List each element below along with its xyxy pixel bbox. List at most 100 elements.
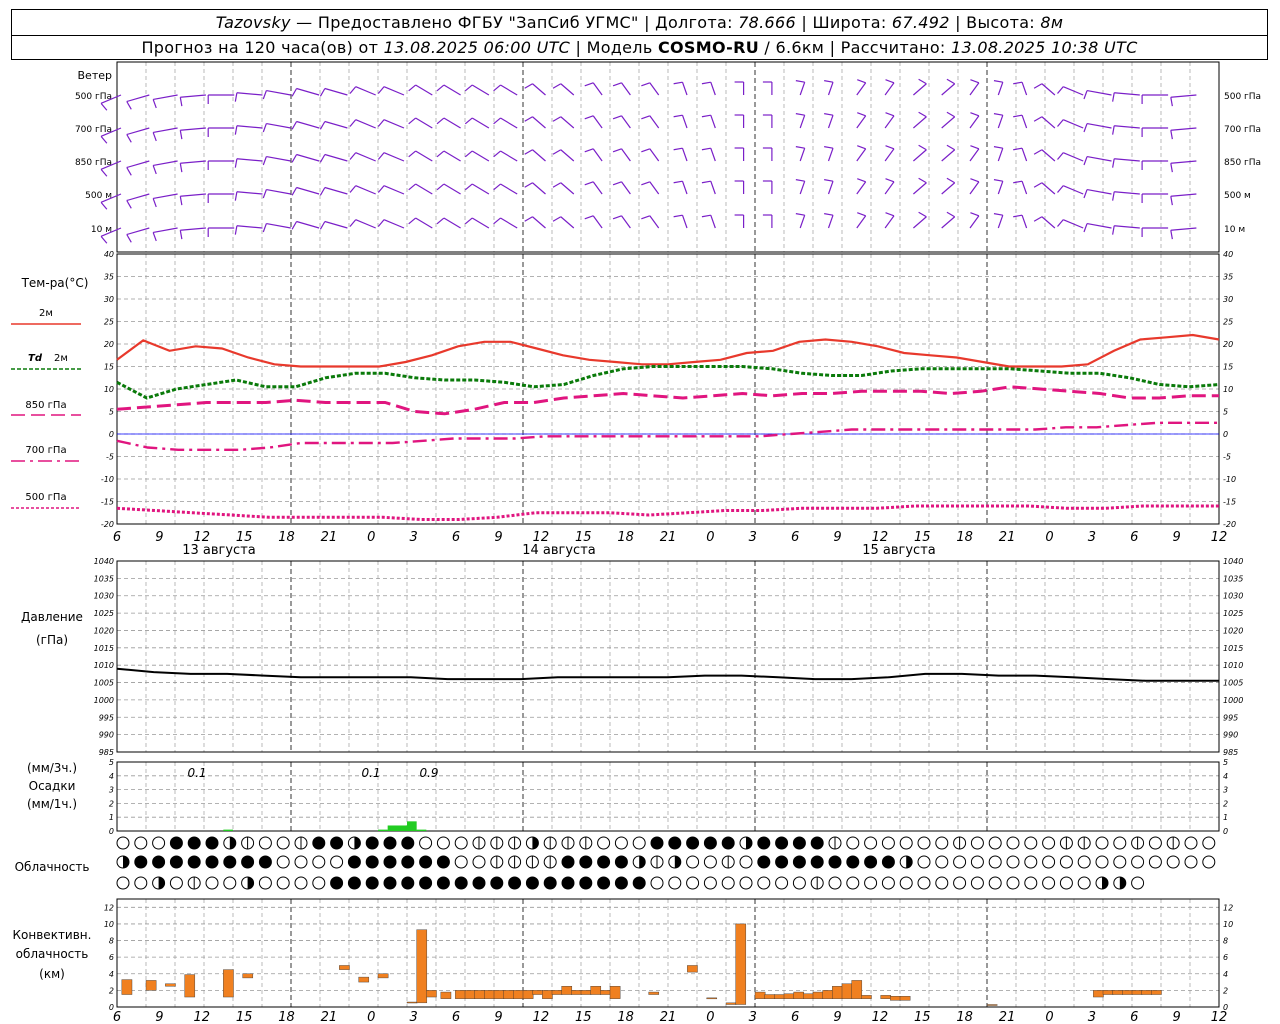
wind-barb-feather <box>291 154 298 163</box>
cloud-symbol <box>1113 855 1127 869</box>
temp-ytick-right: 0 <box>1223 430 1228 439</box>
wind-barb-feather <box>552 116 562 122</box>
wind-barb-feather <box>234 158 238 168</box>
wind-barb-shaft <box>1114 191 1140 195</box>
cloud-symbol <box>792 855 806 869</box>
conv-bar <box>648 991 660 995</box>
wind-barb-feather <box>291 187 298 196</box>
wind-barb-feather <box>1170 163 1173 173</box>
wind-barb-feather <box>1033 116 1043 122</box>
wind-barb-feather <box>641 115 651 120</box>
wind-barb-feather <box>795 179 805 182</box>
wind-barb-feather <box>234 92 238 102</box>
wind-barb-shaft <box>1041 116 1056 129</box>
wind-barb-shaft <box>649 82 660 96</box>
wind-barb-shaft <box>1063 86 1084 96</box>
legend-t700-label: 700 гПа <box>25 445 66 456</box>
meteogram: -20 -20-15 -15-10 -10-5 -50 05 510 1015 1520 2025… <box>11 61 1261 1024</box>
wind-barb-feather <box>493 150 501 158</box>
wind-barb-feather <box>493 183 501 191</box>
cloud-symbol <box>650 876 664 890</box>
wind-barb-shaft <box>592 148 603 162</box>
temp-xtick: 0 <box>367 530 375 545</box>
cloud-symbol <box>864 855 878 869</box>
wind-barb-shaft <box>1170 227 1197 231</box>
conv-xtick: 15 <box>575 1010 592 1024</box>
cloud-symbol <box>1148 836 1162 850</box>
conv-bar <box>121 979 133 995</box>
wind-barb-shaft <box>126 160 150 169</box>
wind-barb-shaft <box>296 120 320 129</box>
wind-barb-shaft <box>621 215 631 229</box>
wind-barb-shaft <box>560 83 575 96</box>
wind-barb-feather <box>993 146 1003 149</box>
conv-xtick: 3 <box>749 1010 757 1024</box>
cloud-symbol <box>721 876 735 890</box>
temp-ytick-left: 20 <box>104 340 114 349</box>
conv-bar <box>899 996 911 1001</box>
precip-bar <box>387 825 407 831</box>
cloud-symbol <box>561 855 575 869</box>
wind-barb-shaft <box>710 180 716 195</box>
conv-bar <box>184 974 196 998</box>
wind-barb-shaft <box>1086 89 1112 96</box>
temp-ytick-left: 15 <box>104 363 114 372</box>
cloud-symbol <box>508 876 522 890</box>
wind-barb-shaft <box>1170 94 1197 98</box>
wind-barb-shaft <box>560 182 575 195</box>
cloud-symbol-half <box>906 856 913 868</box>
wind-barb-feather <box>524 116 533 122</box>
wind-barb-feather <box>970 112 980 117</box>
wind-barb-shaft <box>383 152 405 162</box>
temp-ytick-right: 25 <box>1223 318 1233 327</box>
precip-ytick-right: 5 <box>1223 758 1228 767</box>
press-ytick-left: 1005 <box>94 679 114 688</box>
wind-barb-shaft <box>355 219 376 229</box>
wind-barb-feather <box>1112 92 1115 102</box>
wind-barb-feather <box>262 223 267 233</box>
conv-xtick: 12 <box>193 1010 210 1024</box>
wind-barb-feather <box>795 146 805 149</box>
wind-barb-shaft <box>153 94 178 101</box>
cloud-symbol <box>899 876 913 890</box>
wind-barb-feather <box>319 187 326 196</box>
wind-barb-feather <box>946 177 956 184</box>
cloud-symbol-half <box>746 837 752 849</box>
wind-barb-feather <box>612 215 622 220</box>
temp-ytick-left: 25 <box>104 318 114 327</box>
cloud-symbol <box>1059 855 1073 869</box>
wind-barb-shaft <box>827 114 834 129</box>
press-ytick-right: 990 <box>1223 731 1238 740</box>
wind-barb-shaft <box>532 83 546 96</box>
wind-barb-shaft <box>969 215 980 229</box>
precip-ytick-left: 4 <box>109 772 114 781</box>
wind-barb-feather <box>946 144 956 151</box>
precip-annotation: 0.1 <box>187 766 206 780</box>
wind-barb-feather <box>1112 191 1115 201</box>
wind-barb-shaft <box>997 81 1004 96</box>
cloud-symbol <box>703 836 717 850</box>
cloud-symbol <box>1131 876 1145 890</box>
conv-xtick: 21 <box>660 1010 677 1024</box>
wind-barb-shaft <box>355 86 376 96</box>
conv-ytick-left: 2 <box>109 986 114 995</box>
wind-barb-shaft <box>592 115 603 129</box>
wind-barb-feather <box>349 185 357 193</box>
wind-barb-feather <box>100 102 108 111</box>
conv-bar <box>687 965 698 973</box>
temp-ytick-left: -15 <box>101 498 114 507</box>
wind-barb-feather <box>408 117 416 125</box>
conv-xtick: 0 <box>706 1010 714 1024</box>
wind-barb-shaft <box>471 217 490 229</box>
wind-barb-shaft <box>471 150 490 162</box>
cloud-symbol <box>134 876 148 890</box>
wind-barb-shaft <box>997 147 1004 162</box>
wind-barb-shaft <box>1041 216 1056 229</box>
conv-bar <box>242 973 254 979</box>
wind-barb-shaft <box>592 181 603 195</box>
wind-barb-feather <box>918 144 927 151</box>
wind-barb-feather <box>885 212 895 217</box>
conv-bar <box>803 993 814 999</box>
wind-level-right: 700 гПа <box>1224 125 1261 135</box>
cloud-symbol <box>152 855 166 869</box>
